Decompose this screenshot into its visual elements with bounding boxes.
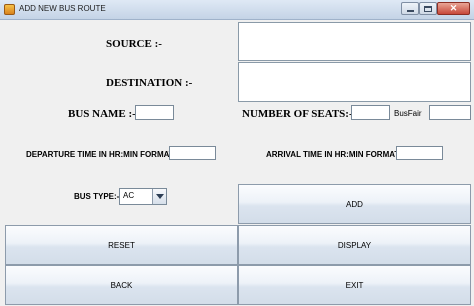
app-window: ADD NEW BUS ROUTE ✕ SOURCE :- DESTINATIO… bbox=[0, 0, 474, 306]
minimize-button[interactable] bbox=[401, 2, 419, 15]
window-title: ADD NEW BUS ROUTE bbox=[19, 4, 106, 13]
destination-field[interactable] bbox=[238, 62, 471, 102]
back-button[interactable]: BACK bbox=[5, 265, 238, 305]
busfair-label: BusFair bbox=[394, 109, 422, 118]
add-button[interactable]: ADD bbox=[238, 184, 471, 224]
chevron-down-icon[interactable] bbox=[152, 189, 166, 204]
departure-field[interactable] bbox=[169, 146, 216, 160]
minimize-icon bbox=[407, 10, 414, 12]
source-field[interactable] bbox=[238, 22, 471, 61]
seats-label: NUMBER OF SEATS:- bbox=[242, 108, 353, 120]
source-label: SOURCE :- bbox=[106, 38, 162, 50]
bus-type-value: AC bbox=[123, 191, 135, 200]
arrival-field[interactable] bbox=[396, 146, 443, 160]
bus-name-label: BUS NAME :- bbox=[68, 108, 136, 120]
bus-type-label: BUS TYPE:- bbox=[74, 192, 120, 201]
exit-button[interactable]: EXIT bbox=[238, 265, 471, 305]
close-icon: ✕ bbox=[449, 3, 458, 13]
arrival-label: ARRIVAL TIME IN HR:MIN FORMAT bbox=[266, 150, 400, 159]
app-icon bbox=[4, 4, 15, 15]
seats-field[interactable] bbox=[351, 105, 390, 120]
maximize-icon bbox=[424, 6, 432, 12]
close-button[interactable]: ✕ bbox=[437, 2, 470, 15]
departure-label: DEPARTURE TIME IN HR:MIN FORMAT bbox=[26, 150, 174, 159]
form-panel: SOURCE :- DESTINATION :- BUS NAME :- NUM… bbox=[4, 20, 471, 306]
display-button[interactable]: DISPLAY bbox=[238, 225, 471, 265]
destination-label: DESTINATION :- bbox=[106, 77, 193, 89]
title-bar: ADD NEW BUS ROUTE ✕ bbox=[0, 0, 474, 20]
maximize-button[interactable] bbox=[419, 2, 437, 15]
bus-name-field[interactable] bbox=[135, 105, 174, 120]
bus-type-select[interactable]: AC bbox=[119, 188, 167, 205]
busfair-field[interactable] bbox=[429, 105, 471, 120]
reset-button[interactable]: RESET bbox=[5, 225, 238, 265]
